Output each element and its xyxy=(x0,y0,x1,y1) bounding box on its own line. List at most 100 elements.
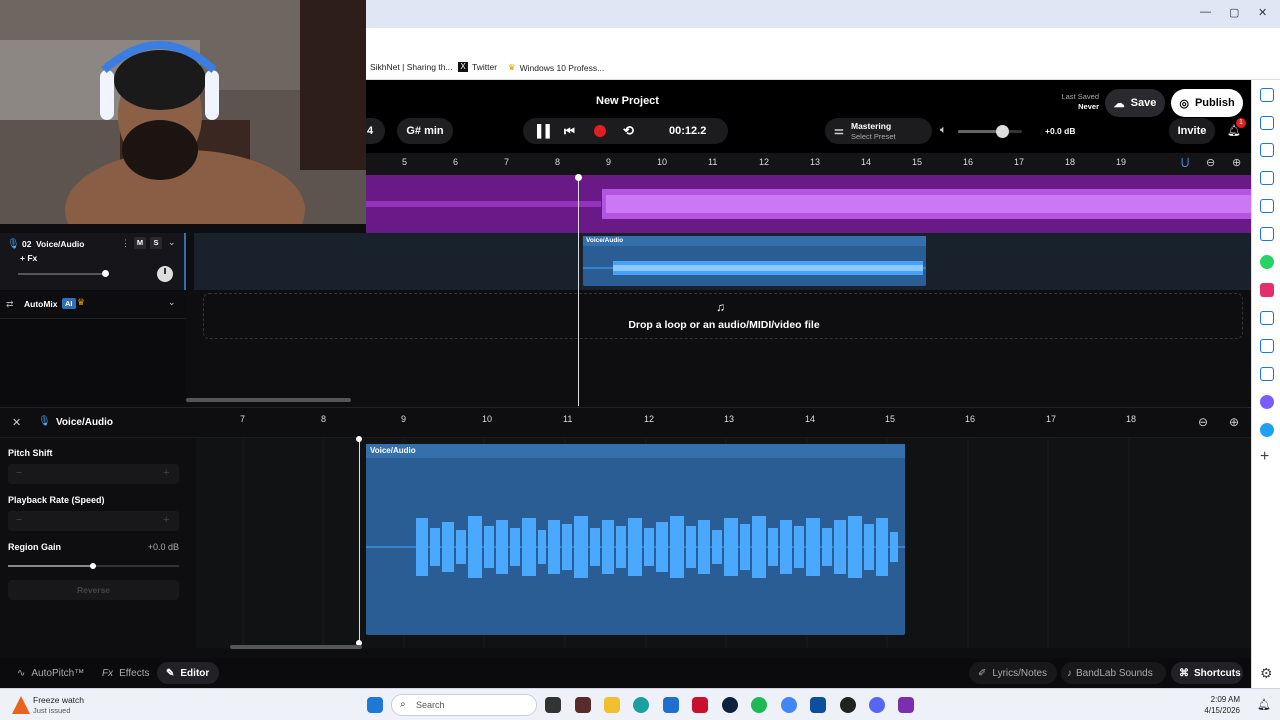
clock-date[interactable]: 4/15/2026 xyxy=(1190,706,1240,715)
maximize-button[interactable]: ▢ xyxy=(1229,6,1239,19)
region-gain-slider[interactable] xyxy=(8,563,179,569)
panel-icon-2[interactable] xyxy=(1260,116,1274,130)
reverse-button[interactable]: Reverse xyxy=(8,580,179,600)
key-button[interactable]: G# min xyxy=(397,118,453,144)
playback-rate-stepper[interactable]: − + xyxy=(8,511,179,531)
edge-icon[interactable] xyxy=(633,697,649,713)
automix-row[interactable]: ⇄ AutoMix AI ♛ ⌄ xyxy=(0,291,186,319)
nba-icon[interactable] xyxy=(692,697,708,713)
bookmark-panel-icon[interactable] xyxy=(1260,88,1274,102)
editor-scrollbar[interactable] xyxy=(230,645,362,649)
drop-zone[interactable]: ♫ Drop a loop or an audio/MIDI/video fil… xyxy=(203,293,1243,339)
lyrics-notes-button[interactable]: ✐ Lyrics/Notes xyxy=(969,662,1057,684)
stats-icon[interactable] xyxy=(1260,311,1274,325)
panel-icon-3[interactable] xyxy=(1260,143,1274,157)
editor-playhead-handle[interactable] xyxy=(356,436,362,442)
track-name[interactable]: Voice/Audio xyxy=(36,239,85,249)
taskbar-search-box[interactable]: ⌕ Search xyxy=(391,694,537,716)
editor-tab[interactable]: ✎ Editor xyxy=(157,662,219,684)
app-icon-4[interactable] xyxy=(840,697,856,713)
pitch-shift-stepper[interactable]: − + xyxy=(8,464,179,484)
speaker-icon[interactable]: 🔈︎ xyxy=(940,124,947,137)
app-icon-1[interactable] xyxy=(575,697,591,713)
store-icon[interactable] xyxy=(663,697,679,713)
master-volume-slider[interactable] xyxy=(958,125,1022,138)
shortcuts-button[interactable]: ⌘ Shortcuts xyxy=(1171,662,1243,684)
chevron-down-icon[interactable]: ⌄ xyxy=(168,237,176,248)
whatsapp-icon[interactable] xyxy=(1260,255,1274,269)
decrement-icon[interactable]: − xyxy=(16,514,22,526)
arrange-scrollbar[interactable] xyxy=(186,398,351,402)
solo-button[interactable]: S xyxy=(150,237,162,249)
snap-magnet-icon[interactable]: ⋃ xyxy=(1181,157,1189,168)
app-icon-2[interactable] xyxy=(722,697,738,713)
minimize-button[interactable]: — xyxy=(1200,6,1211,18)
panel-icon-5[interactable] xyxy=(1260,199,1274,213)
chevron-down-icon[interactable]: ⌄ xyxy=(168,297,176,308)
close-icon[interactable]: ✕ xyxy=(12,416,21,429)
increment-icon[interactable]: + xyxy=(163,467,169,479)
panel-icon-4[interactable] xyxy=(1260,171,1274,185)
zoom-in-icon[interactable]: ⊕ xyxy=(1232,156,1241,169)
playhead[interactable] xyxy=(578,176,579,406)
task-view-icon[interactable] xyxy=(545,697,561,713)
publish-button[interactable]: ◎ Publish xyxy=(1171,89,1243,117)
bookmark-twitter[interactable]: X Twitter xyxy=(458,62,497,72)
bandlab-sounds-button[interactable]: ♪ BandLab Sounds xyxy=(1061,662,1166,684)
panel-icon-10[interactable] xyxy=(1260,339,1274,353)
close-window-button[interactable]: ✕ xyxy=(1258,6,1267,19)
editor-audio-region[interactable]: Voice/Audio xyxy=(366,444,905,635)
bookmark-sikhnet[interactable]: SikhNet | Sharing th... xyxy=(370,62,453,72)
ruler-tick: 18 xyxy=(1126,414,1137,424)
panel-icon-13[interactable] xyxy=(1260,423,1274,437)
zoom-out-icon[interactable]: ⊖ xyxy=(1206,156,1215,169)
invite-button[interactable]: Invite xyxy=(1169,118,1215,144)
mute-button[interactable]: M xyxy=(134,237,146,249)
master-gain-value: +0.0 dB xyxy=(1045,126,1076,136)
notification-center-icon[interactable]: 🔔︎ xyxy=(1257,698,1271,711)
effects-tab[interactable]: Fx Effects xyxy=(94,662,154,684)
project-title[interactable]: New Project xyxy=(596,95,659,107)
loop-icon[interactable]: ⟲ xyxy=(623,123,634,139)
skip-to-start-icon[interactable]: ⏮ xyxy=(564,124,575,139)
zoom-in-icon[interactable]: ⊕ xyxy=(1229,415,1239,429)
track-2-lane[interactable]: Voice/Audio xyxy=(194,233,1251,290)
calendar-icon[interactable] xyxy=(1260,227,1274,241)
add-music-icon: ♫ xyxy=(716,300,725,314)
spotify-icon[interactable] xyxy=(751,697,767,713)
weather-title[interactable]: Freeze watch xyxy=(33,695,84,705)
sounds-label: BandLab Sounds xyxy=(1076,667,1153,679)
zoom-out-icon[interactable]: ⊖ xyxy=(1198,415,1208,429)
mastering-button[interactable]: ⚌ Mastering Select Preset xyxy=(825,118,932,144)
play-pause-icon[interactable]: ▌▌ xyxy=(537,124,554,138)
messenger-icon[interactable] xyxy=(1260,395,1274,409)
panel-icon-11[interactable] xyxy=(1260,367,1274,381)
track-2-header[interactable]: 🎙︎ 02 Voice/Audio ⋮ M S ⌄ + Fx xyxy=(0,233,186,290)
decrement-icon[interactable]: − xyxy=(16,467,22,479)
save-button[interactable]: ☁ Save xyxy=(1105,89,1165,117)
editor-playhead[interactable] xyxy=(359,438,360,646)
increment-icon[interactable]: + xyxy=(163,514,169,526)
headphones-icon[interactable] xyxy=(898,697,914,713)
track-1-region[interactable] xyxy=(366,175,1251,233)
bookmark-windows10[interactable]: ♛ Windows 10 Profess... xyxy=(508,62,604,73)
chrome-icon[interactable] xyxy=(781,697,797,713)
file-explorer-icon[interactable] xyxy=(604,697,620,713)
windows-start-icon[interactable] xyxy=(367,697,383,713)
track-volume-slider[interactable] xyxy=(18,270,109,277)
app-icon-3[interactable] xyxy=(810,697,826,713)
timeline-ruler[interactable]: 5 6 7 8 9 10 11 12 13 14 15 16 17 18 19 … xyxy=(366,153,1251,175)
record-icon[interactable] xyxy=(594,125,606,137)
clock-time[interactable]: 2:09 AM xyxy=(1200,695,1240,704)
editor-grid[interactable]: Voice/Audio xyxy=(196,436,1251,649)
instagram-icon[interactable] xyxy=(1260,283,1274,297)
settings-gear-icon[interactable]: ⚙ xyxy=(1260,665,1273,682)
track-2-audio-region[interactable]: Voice/Audio xyxy=(583,236,926,286)
playhead-handle[interactable] xyxy=(575,174,582,181)
add-fx-button[interactable]: + Fx xyxy=(20,253,37,263)
discord-icon[interactable] xyxy=(869,697,885,713)
track-menu-icon[interactable]: ⋮ xyxy=(121,238,130,249)
pan-knob[interactable] xyxy=(157,266,173,282)
autopitch-tab[interactable]: ∿ AutoPitch™ xyxy=(8,662,92,684)
add-panel-icon[interactable]: + xyxy=(1260,448,1269,466)
